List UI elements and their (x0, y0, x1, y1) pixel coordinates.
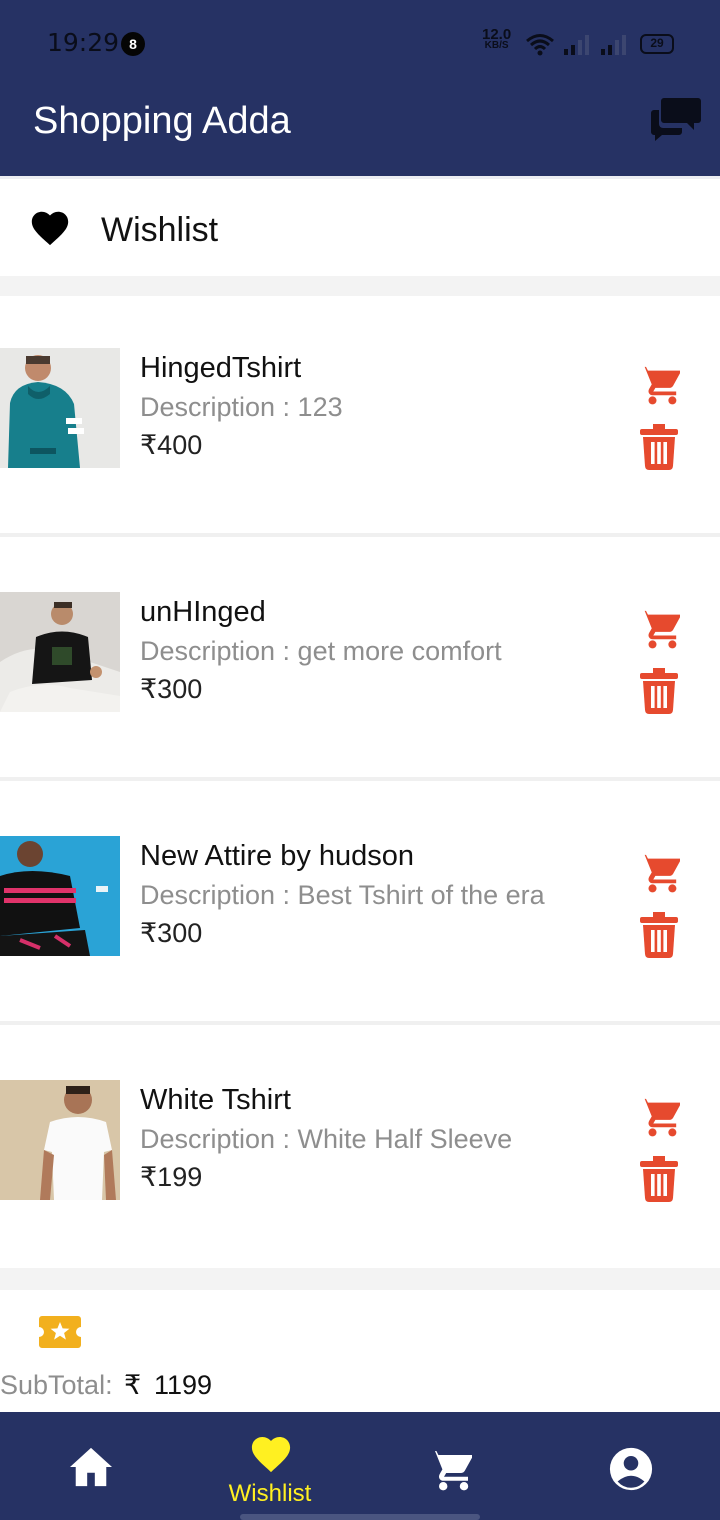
add-to-cart-button[interactable] (636, 363, 682, 405)
network-speed-unit: KB/S (484, 40, 509, 51)
notification-badge: 8 (121, 32, 145, 56)
network-speed: 12.0 KB/S (482, 27, 511, 51)
product-description: Description : 123 (140, 392, 343, 422)
add-to-cart-button[interactable] (636, 607, 682, 649)
status-bar: 19:29 8 12.0 KB/S 29 (0, 0, 720, 88)
battery-indicator: 29 (640, 34, 674, 54)
heart-icon (251, 1436, 291, 1473)
wishlist-item: unHInged Description : get more comfort … (0, 540, 720, 781)
chat-bubbles-icon[interactable] (650, 96, 702, 142)
delete-button[interactable] (640, 1156, 678, 1202)
product-description: Description : get more comfort (140, 636, 502, 666)
status-time: 19:29 (47, 28, 120, 57)
product-image[interactable] (0, 1080, 120, 1200)
product-price: ₹300 (140, 918, 203, 948)
divider (0, 1268, 720, 1290)
subtotal-amount: 1199 (154, 1370, 213, 1400)
heart-icon (31, 211, 69, 246)
app-title: Shopping Adda (33, 100, 291, 142)
nav-wishlist[interactable]: Wishlist (180, 1412, 360, 1520)
wishlist-item: White Tshirt Description : White Half Sl… (0, 1028, 720, 1268)
cart-icon (428, 1451, 472, 1491)
signal-icon-1 (564, 35, 589, 55)
nav-account[interactable] (540, 1412, 720, 1520)
product-price: ₹199 (140, 1162, 203, 1192)
add-to-cart-button[interactable] (636, 1095, 682, 1137)
product-image[interactable] (0, 836, 120, 956)
wishlist-item: New Attire by hudson Description : Best … (0, 784, 720, 1025)
nav-wishlist-label: Wishlist (228, 1480, 312, 1507)
product-description: Description : White Half Sleeve (140, 1124, 513, 1154)
product-name: New Attire by hudson (140, 840, 415, 872)
delete-button[interactable] (640, 668, 678, 714)
product-name: White Tshirt (140, 1084, 291, 1116)
divider (0, 276, 720, 296)
wishlist-item: HingedTshirt Description : 123 ₹400 (0, 296, 720, 537)
wifi-icon (526, 34, 554, 56)
currency-symbol: ₹ (124, 1370, 142, 1400)
home-icon (70, 1447, 112, 1487)
signal-icon-2 (601, 35, 626, 55)
product-name: unHInged (140, 596, 266, 628)
account-icon (609, 1447, 653, 1491)
add-to-cart-button[interactable] (636, 851, 682, 893)
subtotal-label: SubTotal: (0, 1370, 113, 1400)
subtotal-section: SubTotal: ₹ 1199 (0, 1290, 720, 1412)
product-image[interactable] (0, 592, 120, 712)
product-description: Description : Best Tshirt of the era (140, 880, 545, 910)
page-title: Wishlist (101, 211, 219, 249)
nav-home[interactable] (0, 1412, 180, 1520)
home-indicator (240, 1514, 480, 1520)
delete-button[interactable] (640, 912, 678, 958)
wishlist-header: Wishlist (0, 176, 720, 276)
product-price: ₹400 (140, 430, 203, 460)
product-price: ₹300 (140, 674, 203, 704)
coupon-ticket-icon[interactable] (38, 1314, 82, 1350)
nav-cart[interactable] (360, 1412, 540, 1520)
delete-button[interactable] (640, 424, 678, 470)
product-image[interactable] (0, 348, 120, 468)
bottom-navigation: Wishlist (0, 1412, 720, 1520)
product-name: HingedTshirt (140, 352, 302, 384)
